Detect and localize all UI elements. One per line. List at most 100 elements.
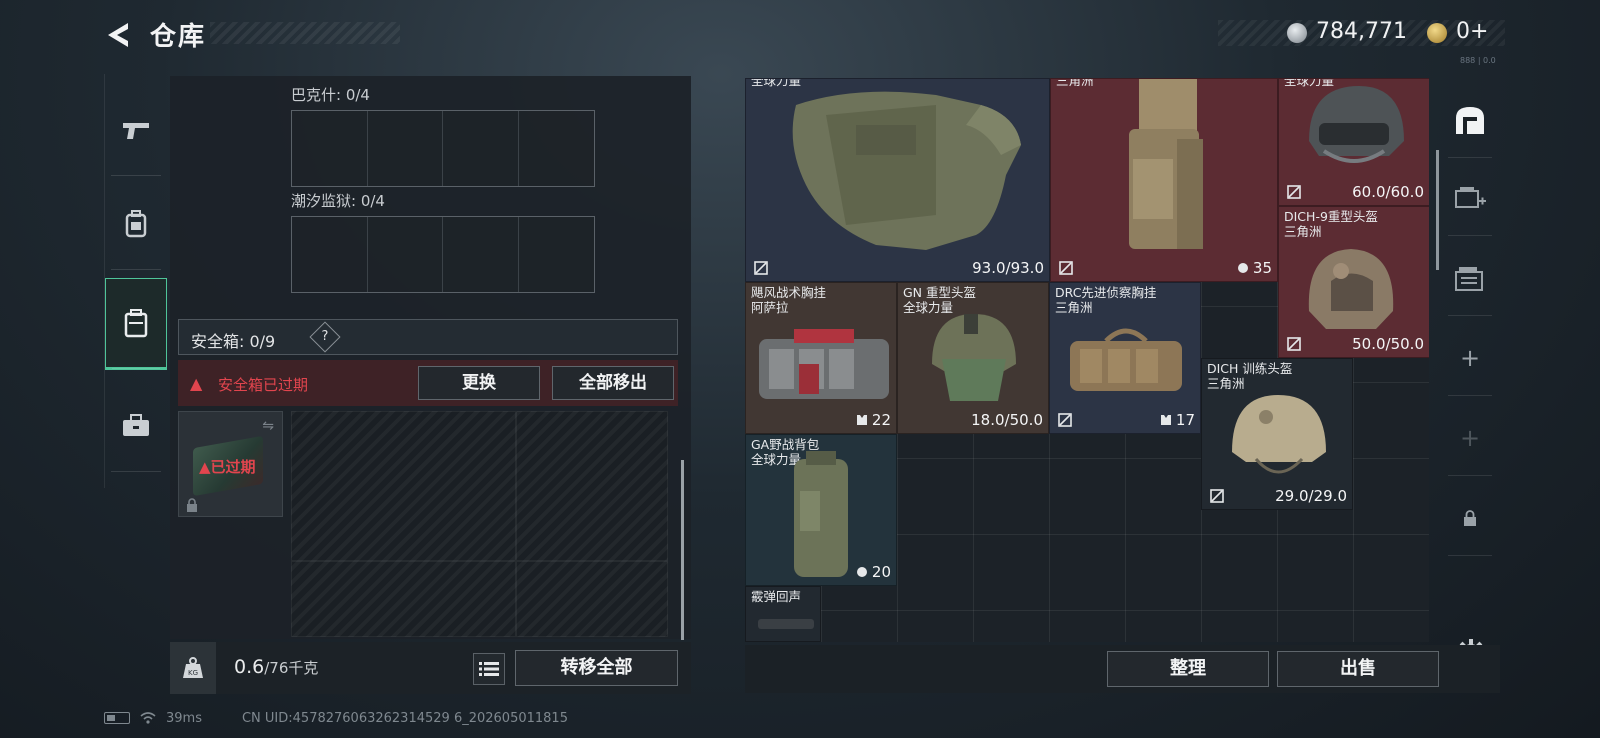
helmet-image	[932, 314, 1016, 401]
item-count-value: 22	[871, 411, 891, 429]
stash-page-main[interactable]	[1440, 82, 1500, 158]
category-safebox[interactable]	[105, 278, 167, 370]
item-durability: 50.0/50.0	[1352, 335, 1424, 353]
ping-value: 39ms	[166, 710, 202, 726]
slot-grid-tidal-prison[interactable]	[291, 216, 595, 293]
item-count: 20	[856, 563, 891, 581]
item-dich9-helmet[interactable]: DICH-9重型头盔 三角洲 50.0/50.0	[1278, 206, 1429, 358]
durability-icon	[754, 261, 768, 275]
item-gn-heavy-helmet[interactable]: GN 重型头盔 全球力量 18.0/50.0	[897, 282, 1049, 434]
sort-button[interactable]: 整理	[1107, 651, 1269, 687]
expired-banner: ▲ 安全箱已过期 更换 全部移出	[178, 360, 678, 406]
item-body-armor[interactable]: 全球力量 93.0/93.0	[745, 78, 1050, 282]
left-scrollbar[interactable]	[681, 460, 684, 640]
item-drc-recon-chest-rig[interactable]: DRC先进侦察胸挂 三角洲 17	[1049, 282, 1201, 434]
category-case[interactable]	[105, 380, 167, 472]
body-armor-image	[792, 91, 1021, 251]
add-stash-page-button[interactable]: +	[1440, 320, 1500, 396]
safebox-grid[interactable]	[291, 411, 668, 637]
safebox-icon	[124, 309, 148, 338]
weight-value: 0.6/76千克	[234, 656, 318, 678]
item-hurricane-chest-rig[interactable]: 飓风战术胸挂 阿萨拉 22	[745, 282, 897, 434]
transfer-all-button[interactable]: 转移全部	[515, 650, 678, 686]
category-gear[interactable]	[105, 178, 167, 270]
item-count: 35	[1237, 259, 1272, 277]
item-leg-rig[interactable]: 三角洲 35	[1050, 78, 1278, 282]
item-helmet-global[interactable]: 全球力量 60.0/60.0	[1278, 78, 1429, 206]
status-bar: 39ms CN UID:4578276063262314529 6_202605…	[104, 708, 568, 728]
vest-icon	[856, 415, 867, 425]
help-icon: ?	[321, 329, 329, 344]
plus-icon: +	[1459, 344, 1481, 372]
remove-all-button[interactable]: 全部移出	[552, 366, 674, 400]
leg-rig-image	[1129, 79, 1203, 249]
stash-page-rail: + +	[1440, 78, 1500, 638]
weight-icon-box: KG	[170, 642, 216, 694]
back-button[interactable]	[102, 18, 136, 52]
add-stash-page-button-disabled[interactable]: +	[1440, 400, 1500, 476]
durability-icon	[1287, 337, 1301, 351]
safebox-item[interactable]: ⇋ ▲已过期	[178, 411, 283, 517]
expand-stash-icon	[1455, 187, 1486, 208]
backpack-image	[794, 451, 848, 577]
item-durability: 18.0/50.0	[971, 411, 1043, 429]
category-rail	[104, 74, 168, 488]
item-name: 霰弹回声	[751, 589, 802, 604]
stash-home-icon	[1456, 107, 1484, 134]
item-name: DICH-9重型头盔 三角洲	[1284, 209, 1378, 239]
stash-footer: 整理 出售	[745, 645, 1500, 693]
item-name: 飓风战术胸挂 阿萨拉	[751, 285, 827, 315]
version-ticker: 888 | 0.0	[1460, 56, 1496, 65]
stash-page-expand[interactable]	[1440, 160, 1500, 236]
storage-icon	[1455, 267, 1483, 291]
item-durability: 93.0/93.0	[972, 259, 1044, 277]
pistol-icon	[123, 123, 149, 139]
helmet-image	[1232, 395, 1326, 474]
wifi-icon	[140, 712, 156, 724]
list-view-button[interactable]	[473, 653, 505, 685]
safebox-capacity-label: 安全箱: 0/9	[191, 332, 276, 351]
slot-grid-bakesh[interactable]	[291, 110, 595, 187]
swap-icon: ⇋	[262, 418, 274, 434]
durability-icon	[1059, 261, 1073, 275]
chest-rig-image	[1070, 328, 1182, 391]
silver-coin-icon	[1287, 23, 1307, 43]
locked-stash-page[interactable]	[1440, 480, 1500, 556]
battery-icon	[104, 712, 130, 724]
stash-page-storage[interactable]	[1440, 240, 1500, 316]
container-panel: 巴克什: 0/4 潮汐监狱: 0/4 安全箱: 0/9 ? ▲ 安全箱已过期 更…	[170, 76, 691, 639]
durability-icon	[1210, 489, 1224, 503]
gold-currency-value[interactable]: 0+	[1456, 19, 1488, 44]
lock-icon	[1464, 510, 1476, 526]
sell-button[interactable]: 出售	[1277, 651, 1439, 687]
swap-button[interactable]: 更换	[418, 366, 540, 400]
item-count-value: 17	[1175, 411, 1195, 429]
item-shotgun-echo[interactable]: 霰弹回声	[745, 586, 821, 642]
item-ga-field-backpack[interactable]: GA野战背包 全球力量 20	[745, 434, 897, 586]
item-count: 22	[856, 411, 891, 429]
expired-badge: ▲已过期	[199, 458, 256, 476]
item-count-value: 20	[871, 563, 891, 581]
back-arrow-icon	[108, 23, 128, 47]
stash-scrollbar[interactable]	[1436, 150, 1439, 270]
chest-rig-image	[759, 329, 889, 399]
item-name: DRC先进侦察胸挂 三角洲	[1055, 285, 1157, 315]
shotgun-image	[758, 619, 814, 629]
weight-current: 0.6	[234, 656, 265, 678]
help-button[interactable]: ?	[309, 321, 341, 353]
list-icon	[479, 662, 499, 676]
ammo-icon	[1237, 263, 1248, 273]
vest-icon	[1160, 415, 1171, 425]
ammo-icon	[856, 567, 867, 577]
stash-grid[interactable]: 全球力量 93.0/93.0 三角洲 35 全球力量 60.0/60.0 DIC…	[745, 78, 1429, 642]
item-dich-training-helmet[interactable]: DICH 训练头盔 三角洲 29.0/29.0	[1201, 358, 1353, 510]
category-weapons[interactable]	[105, 84, 167, 176]
helmet-image	[1309, 86, 1404, 163]
helmet-image	[1308, 249, 1394, 329]
lock-icon	[187, 498, 197, 512]
weight-footer: KG 0.6/76千克 转移全部	[170, 642, 691, 694]
svg-text:KG: KG	[188, 669, 198, 677]
gold-coin-icon[interactable]	[1427, 23, 1447, 43]
title-decoration	[210, 22, 400, 44]
slot-label-tidal-prison: 潮汐监狱: 0/4	[291, 192, 385, 210]
